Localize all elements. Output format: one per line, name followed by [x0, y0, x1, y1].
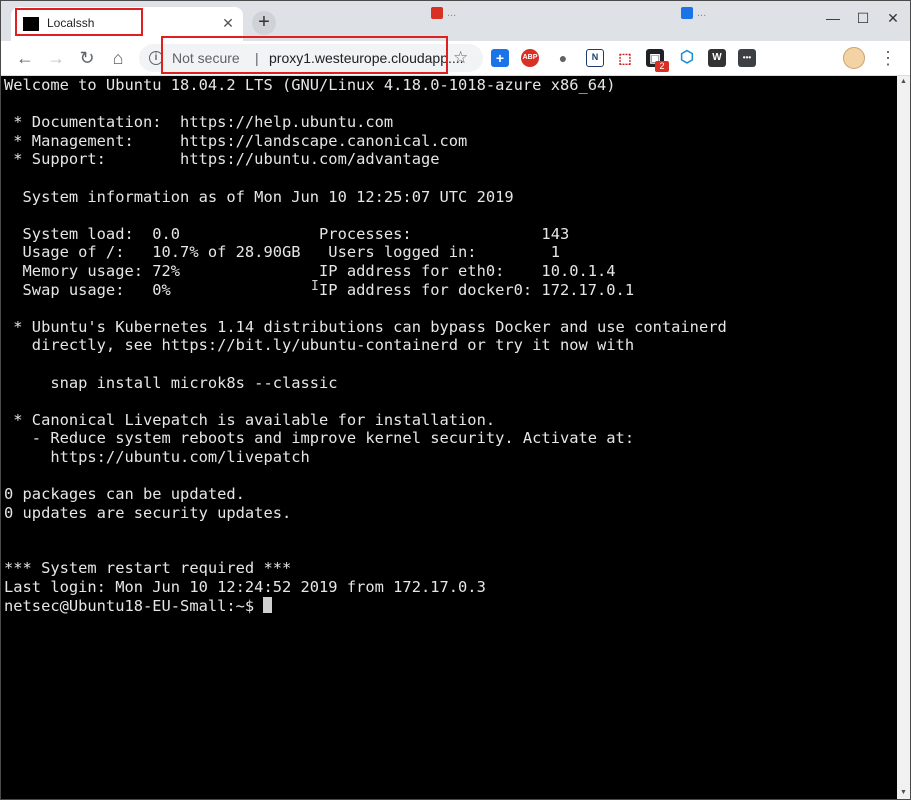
back-arrow-icon[interactable]: ←: [13, 46, 37, 70]
toolbar: ← → ↻ ⌂ i Not secure | proxy1.westeurope…: [1, 41, 910, 76]
terminal-line: - Reduce system reboots and improve kern…: [4, 429, 635, 448]
hex-extension-icon[interactable]: ⬡: [678, 49, 696, 67]
extension-badge: 2: [655, 61, 669, 72]
terminal-line: https://ubuntu.com/livepatch: [4, 447, 310, 466]
minimize-icon[interactable]: —: [819, 7, 847, 29]
new-tab-button[interactable]: +: [252, 11, 276, 35]
terminal-favicon-icon: [23, 17, 39, 31]
terminal-line: System load: 0.0 Processes: 143: [4, 224, 570, 243]
home-icon[interactable]: ⌂: [106, 46, 130, 70]
terminal-line: * Documentation: https://help.ubuntu.com: [4, 113, 394, 132]
terminal-line: Last login: Mon Jun 10 12:24:52 2019 fro…: [4, 578, 486, 597]
terminal-line: * Ubuntu's Kubernetes 1.14 distributions…: [4, 317, 727, 336]
profile-avatar-icon[interactable]: [843, 47, 865, 69]
bookmark-star-icon[interactable]: ☆: [453, 48, 468, 68]
pdf-extension-icon[interactable]: ⬚: [616, 49, 634, 67]
security-status[interactable]: Not secure: [172, 50, 240, 66]
background-tab-title: ...: [697, 7, 707, 19]
info-icon[interactable]: i: [149, 51, 163, 65]
text-extension-icon[interactable]: W: [708, 49, 726, 67]
background-tab[interactable]: ...: [431, 7, 531, 35]
terminal-line: * Support: https://ubuntu.com/advantage: [4, 150, 440, 169]
menu-dots-icon[interactable]: ⋮: [879, 46, 897, 70]
terminal-line: Memory usage: 72% IP address for eth0: 1…: [4, 261, 616, 280]
background-tab-title: ...: [447, 7, 457, 19]
terminal-line: Usage of /: 10.7% of 28.90GB Users logge…: [4, 243, 560, 262]
terminal-line: 0 packages can be updated.: [4, 485, 245, 504]
maximize-icon[interactable]: ☐: [849, 7, 877, 29]
terminal-cursor: [263, 596, 273, 613]
terminal-line: snap install microk8s --classic: [4, 373, 338, 392]
url-text[interactable]: proxy1.westeurope.cloudapp....: [269, 50, 464, 66]
terminal-line: *** System restart required ***: [4, 559, 292, 578]
scroll-down-icon[interactable]: ▼: [897, 787, 910, 799]
tab-localssh[interactable]: Localssh ✕: [11, 7, 243, 41]
tab-favicon-icon: [431, 7, 443, 20]
scroll-up-icon[interactable]: ▲: [897, 76, 910, 88]
reload-icon[interactable]: ↻: [75, 46, 99, 70]
separator: |: [255, 50, 259, 66]
ibeam-cursor-icon: I: [311, 279, 319, 294]
address-bar[interactable]: i Not secure | proxy1.westeurope.cloudap…: [139, 44, 483, 72]
circle-extension-icon[interactable]: ●: [554, 49, 572, 67]
forward-arrow-icon[interactable]: →: [44, 46, 68, 70]
dots-extension-icon[interactable]: •••: [738, 49, 756, 67]
close-window-icon[interactable]: ✕: [879, 7, 907, 29]
tab-title: Localssh: [47, 16, 95, 30]
close-tab-icon[interactable]: ✕: [219, 14, 237, 32]
terminal-line: * Canonical Livepatch is available for i…: [4, 410, 496, 429]
background-tab[interactable]: ...: [681, 7, 781, 35]
terminal-prompt-line[interactable]: netsec@Ubuntu18-EU-Small:~$: [4, 596, 727, 616]
terminal-line: 0 updates are security updates.: [4, 503, 292, 522]
terminal-line: Swap usage: 0% IP address for docker0: 1…: [4, 280, 635, 299]
browser-window: Localssh ✕ + ... ... — ☐ ✕ ← → ↻ ⌂ i Not…: [0, 0, 911, 800]
tab-strip: Localssh ✕ + ... ... — ☐ ✕: [1, 1, 910, 41]
terminal-line: Welcome to Ubuntu 18.04.2 LTS (GNU/Linux…: [4, 76, 616, 94]
adblock-icon[interactable]: ABP: [521, 49, 539, 67]
n-extension-icon[interactable]: N: [586, 49, 604, 67]
terminal-screen[interactable]: Welcome to Ubuntu 18.04.2 LTS (GNU/Linux…: [1, 76, 897, 799]
terminal-line: System information as of Mon Jun 10 12:2…: [4, 187, 514, 206]
add-extension-icon[interactable]: +: [491, 49, 509, 67]
terminal-output: Welcome to Ubuntu 18.04.2 LTS (GNU/Linux…: [4, 76, 727, 615]
terminal-line: * Management: https://landscape.canonica…: [4, 131, 468, 150]
tab-favicon-icon: [681, 7, 693, 20]
shell-prompt: netsec@Ubuntu18-EU-Small:~$: [4, 596, 264, 615]
terminal-line: directly, see https://bit.ly/ubuntu-cont…: [4, 336, 635, 355]
terminal-scrollbar[interactable]: ▲ ▼: [897, 76, 910, 799]
